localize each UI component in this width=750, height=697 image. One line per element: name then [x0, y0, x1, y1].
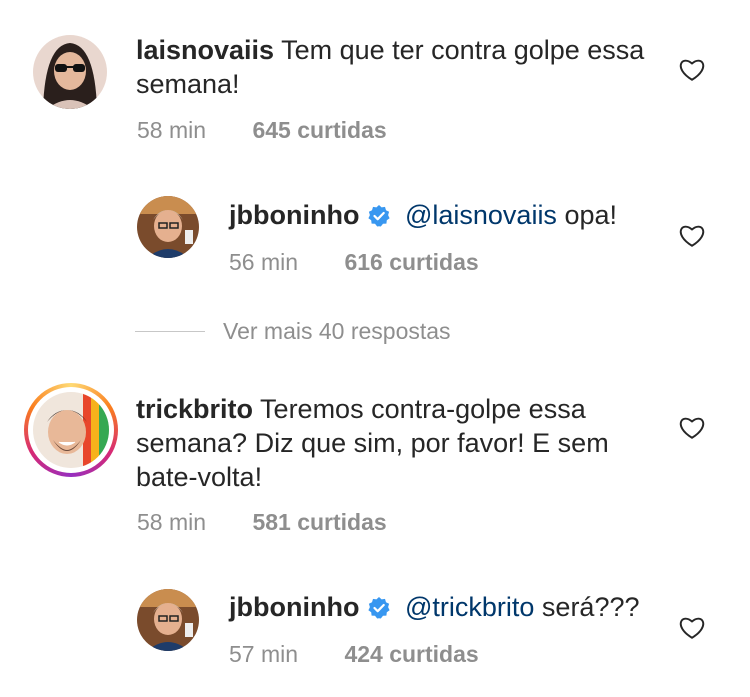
avatar[interactable] [137, 589, 199, 651]
comment-username[interactable]: jbboninho [229, 592, 359, 622]
heart-icon[interactable] [679, 616, 705, 640]
avatar[interactable] [137, 196, 199, 258]
divider [135, 330, 205, 332]
comment-text: jbboninho @laisnovaiis opa! [229, 198, 669, 232]
verified-badge-icon [368, 597, 391, 619]
avatar-story-ring[interactable] [24, 383, 118, 477]
comment-body: será??? [541, 592, 640, 622]
comment-username[interactable]: laisnovaiis [136, 35, 274, 65]
avatar [33, 392, 109, 468]
view-more-label[interactable]: Ver mais 40 respostas [223, 318, 451, 345]
comment-time: 56 min [229, 249, 299, 275]
comment-username[interactable]: jbboninho [229, 200, 359, 230]
comment-body: opa! [564, 200, 618, 230]
comment-username[interactable]: trickbrito [136, 394, 253, 424]
comment-time: 58 min [137, 117, 207, 143]
comment-text: laisnovaiis Tem que ter contra golpe ess… [136, 33, 656, 101]
comment-likes[interactable]: 424 curtidas [344, 641, 478, 667]
comment-meta: 58 min 645 curtidas [137, 117, 387, 144]
comment-likes[interactable]: 581 curtidas [252, 509, 386, 535]
verified-badge-icon [368, 205, 391, 227]
comment-likes[interactable]: 616 curtidas [344, 249, 478, 275]
view-more-replies[interactable]: Ver mais 40 respostas [135, 316, 451, 346]
avatar[interactable] [33, 35, 107, 109]
comment-time: 58 min [137, 509, 207, 535]
heart-icon[interactable] [679, 224, 705, 248]
comment-mention[interactable]: @trickbrito [405, 592, 534, 622]
comment-time: 57 min [229, 641, 299, 667]
comment-meta: 58 min 581 curtidas [137, 509, 387, 536]
heart-icon[interactable] [679, 416, 705, 440]
comment-mention[interactable]: @laisnovaiis [405, 200, 557, 230]
comment-likes[interactable]: 645 curtidas [252, 117, 386, 143]
comment-text: jbboninho @trickbrito será??? [229, 590, 669, 624]
comment-text: trickbrito Teremos contra-golpe essa sem… [136, 392, 646, 494]
heart-icon[interactable] [679, 58, 705, 82]
comment-meta: 57 min 424 curtidas [229, 641, 479, 668]
comment-meta: 56 min 616 curtidas [229, 249, 479, 276]
